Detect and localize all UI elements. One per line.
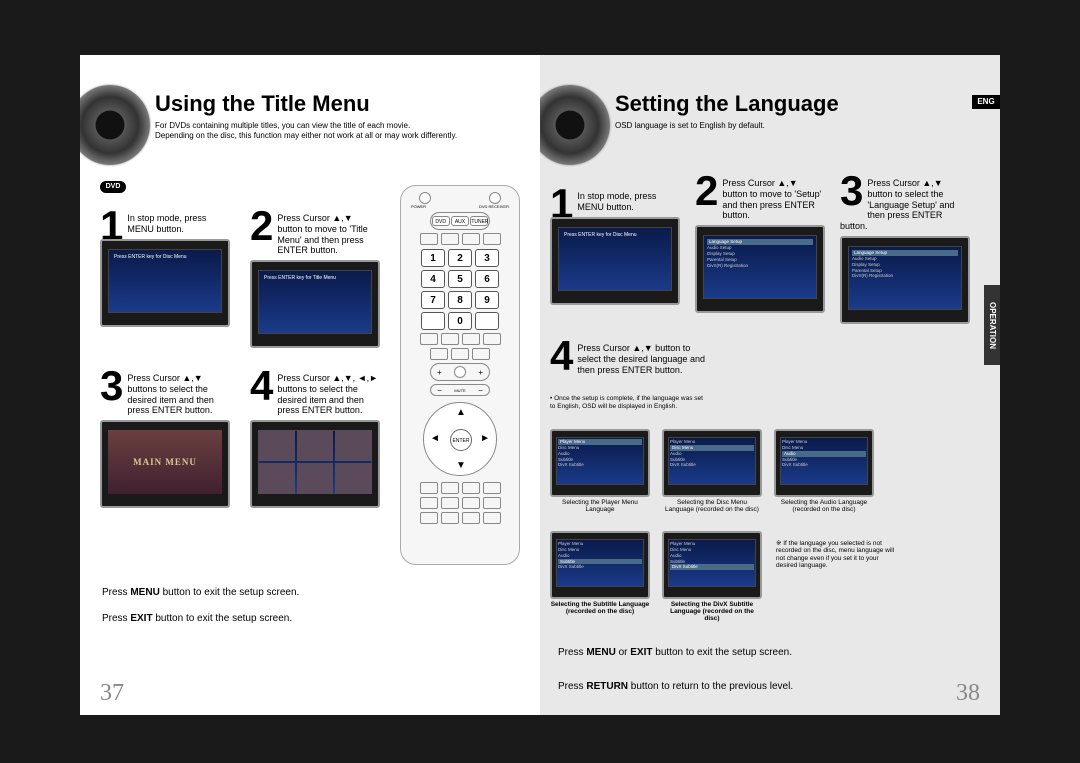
footer-line-2: Press RETURN button to return to the pre… [558,679,793,695]
tv-screenshot: Language Setup Audio Setup Display Setup… [695,225,825,313]
caption: Selecting the Audio Language (recorded o… [774,499,874,513]
step-1: 1 In stop mode, press MENU button. Press… [100,205,230,327]
tv-row-1: Player MenuDisc MenuAudioSubtitleDivX Su… [550,425,874,513]
step-3: 3 Press Cursor ▲,▼ buttons to select the… [100,365,230,508]
page-number: 37 [100,681,124,705]
tv-screenshot: Player MenuDisc MenuAudioSubtitleDivX Su… [662,531,762,599]
page-title-right: Setting the Language [615,93,839,115]
step-2: 2 Press Cursor ▲,▼ button to move to 'Ti… [250,205,380,348]
footer-line-1: Press MENU button to exit the setup scre… [102,585,299,601]
page-subtitle-right: OSD language is set to English by defaul… [615,121,935,131]
step-4: 4 Press Cursor ▲,▼, ◄,► buttons to selec… [250,365,380,508]
note-bullet: • Once the setup is complete, if the lan… [550,395,710,411]
tv-screenshot: Press ENTER key for Disc Menu [100,239,230,327]
tv-screenshot: Language Setup Audio Setup Display Setup… [840,236,970,324]
speaker-graphic [80,85,150,165]
lang-tab: ENG [972,95,1000,109]
page-subtitle-left: For DVDs containing multiple titles, you… [155,121,475,140]
section-tab: OPERATION [984,285,1000,365]
tv-screenshot: MAIN MENU [100,420,230,508]
manual-page-37: Using the Title Menu For DVDs containing… [80,55,540,715]
caption: Selecting the Disc Menu Language (record… [662,499,762,513]
tv-screenshot: Player MenuDisc MenuAudioSubtitleDivX Su… [550,531,650,599]
tv-row-2: Player MenuDisc MenuAudioSubtitleDivX Su… [550,527,762,622]
caption: Selecting the Subtitle Language (recorde… [550,601,650,615]
tv-screenshot: Player MenuDisc MenuAudioSubtitleDivX Su… [550,429,650,497]
tv-screenshot: Player MenuDisc MenuAudioSubtitleDivX Su… [662,429,762,497]
tv-screenshot: Press ENTER key for Title Menu [250,260,380,348]
page-title-left: Using the Title Menu [155,93,370,115]
caption: Selecting the DivX Subtitle Language (re… [662,601,762,622]
footer-line-1: Press MENU or EXIT button to exit the se… [558,645,792,661]
footer-line-2: Press EXIT button to exit the setup scre… [102,611,292,627]
step-1: 1 In stop mode, press MENU button. Press… [550,183,680,305]
page-number: 38 [956,681,980,705]
dvd-badge: DVD [100,181,126,193]
remote-dpad: ▲ ▼ ◄ ► ENTER [423,402,497,476]
step-4: 4 Press Cursor ▲,▼ button to select the … [550,335,705,377]
remote-keypad: 123 456 789 0 [401,249,519,330]
tv-screenshot: Player MenuDisc MenuAudioSubtitleDivX Su… [774,429,874,497]
tv-screenshot [250,420,380,508]
speaker-graphic [540,85,610,165]
caption: Selecting the Player Menu Language [550,499,650,513]
remote-control-graphic: POWERDVD RECEIVER DVDAUXTUNER 123 456 78… [400,185,520,565]
language-note: ※ If the language you selected is not re… [776,540,896,570]
step-3: 3 Press Cursor ▲,▼ button to select the … [840,170,970,324]
tv-screenshot: Press ENTER key for Disc Menu [550,217,680,305]
step-2: 2 Press Cursor ▲,▼ button to move to 'Se… [695,170,825,313]
manual-page-38: Setting the Language OSD language is set… [540,55,1000,715]
